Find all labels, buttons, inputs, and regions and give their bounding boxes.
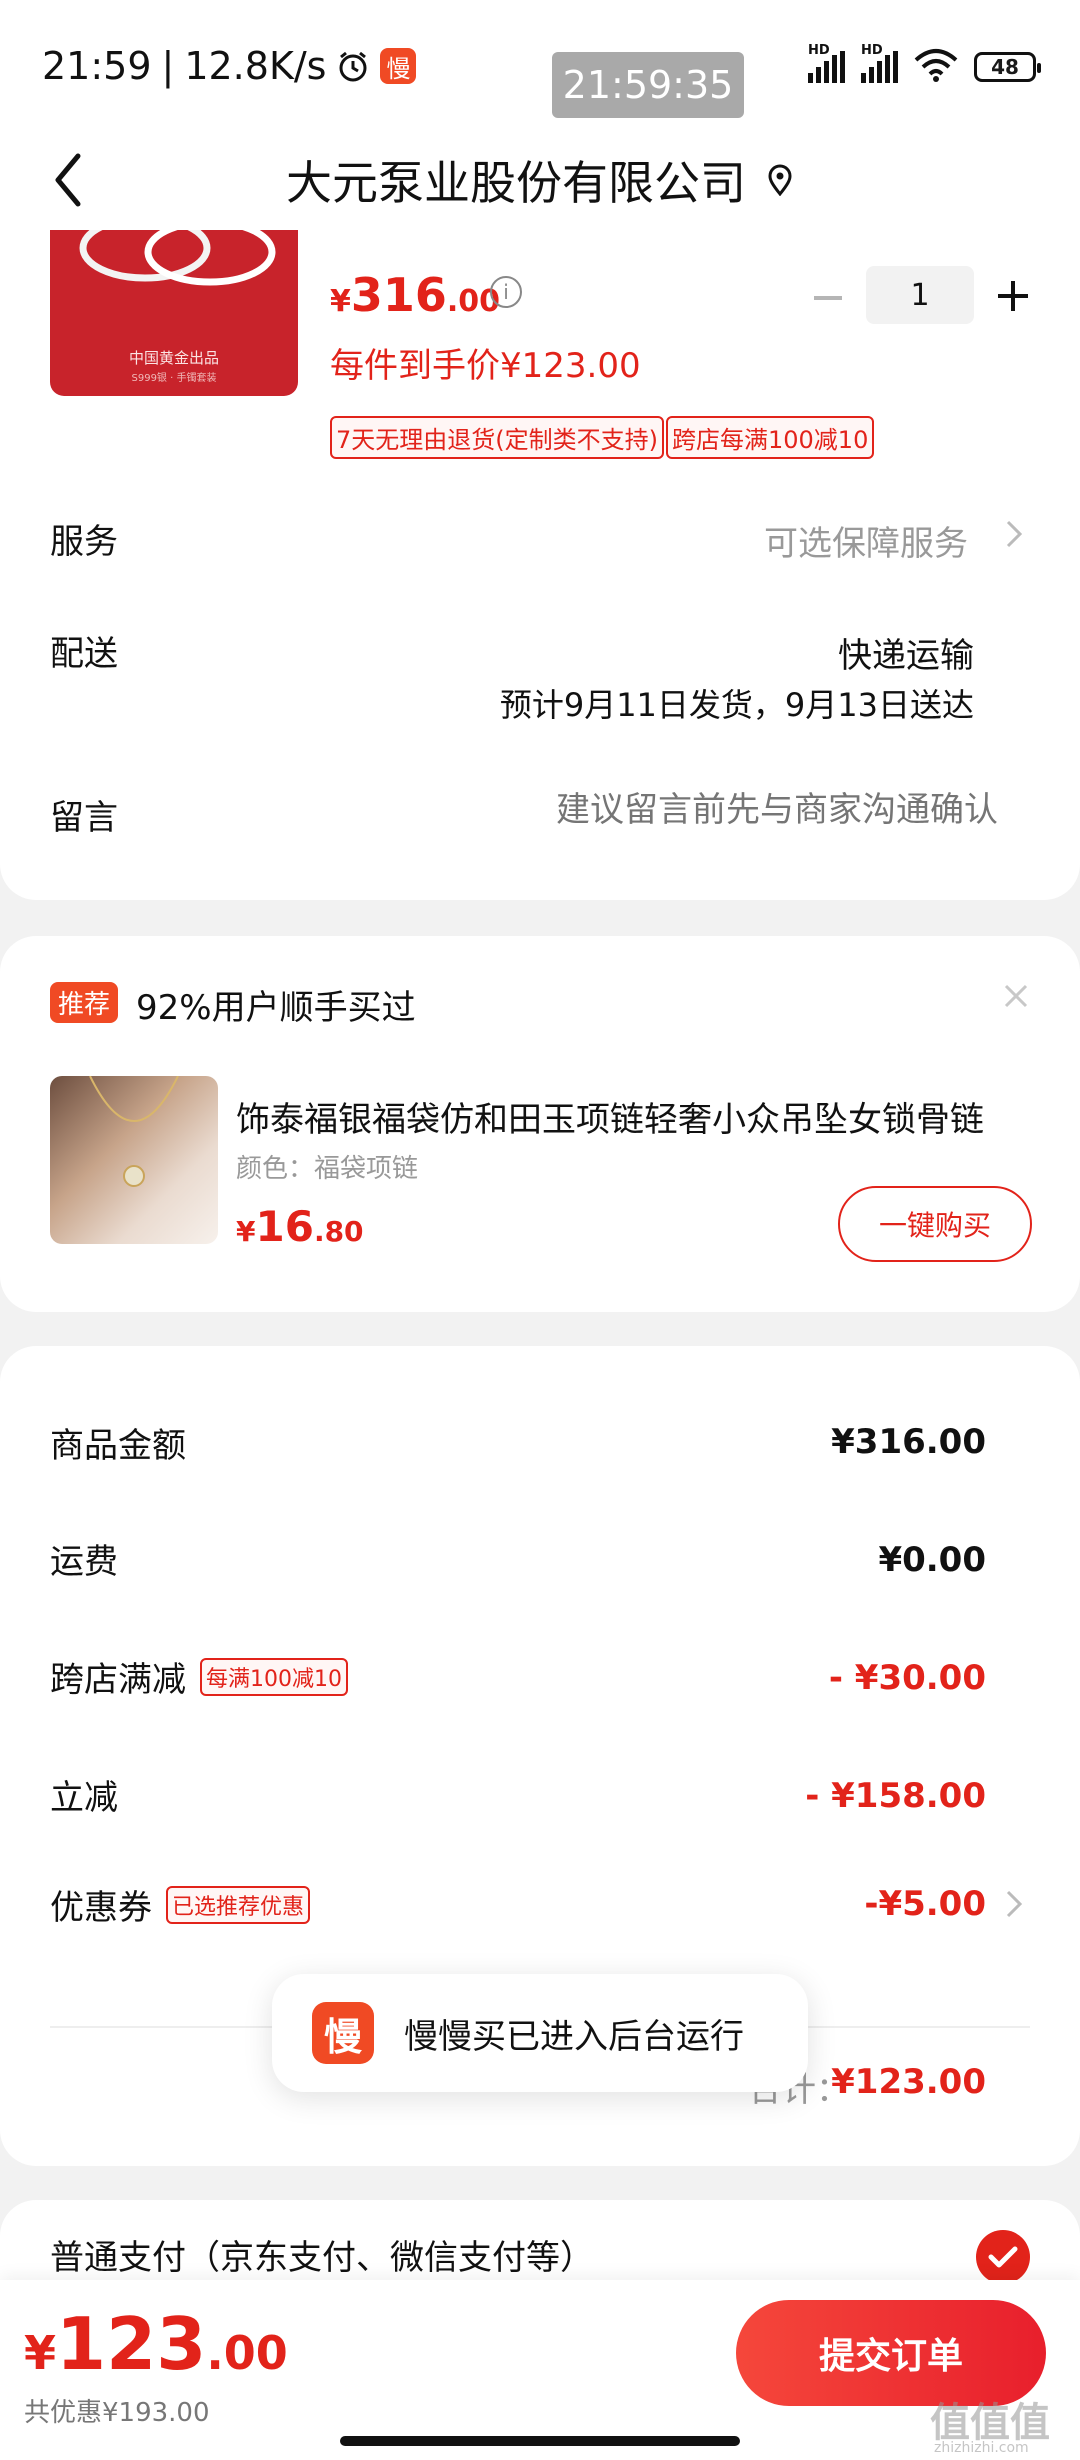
signal-2-icon: HD bbox=[861, 43, 898, 83]
chevron-right-icon[interactable] bbox=[1004, 518, 1024, 554]
message-input[interactable] bbox=[398, 790, 998, 830]
goods-amount-value: ¥316.00 bbox=[831, 1422, 986, 1462]
recommend-product-price: ¥ 16 .80 bbox=[236, 1202, 364, 1251]
coupon-value[interactable]: -¥5.00 bbox=[864, 1884, 986, 1924]
freight-label: 运费 bbox=[50, 1542, 118, 1582]
back-arrow-icon bbox=[55, 153, 81, 207]
recommend-product-name[interactable]: 饰泰福银福袋仿和田玉项链轻奢小众吊坠女锁骨链 bbox=[236, 1092, 1036, 1141]
goods-amount-label: 商品金额 bbox=[50, 1426, 186, 1466]
close-icon[interactable] bbox=[1000, 980, 1032, 1012]
clock-overlay: 21:59:35 bbox=[552, 52, 744, 118]
status-separator: | bbox=[161, 44, 175, 88]
coupon-label[interactable]: 优惠券 已选推荐优惠 bbox=[50, 1880, 311, 1929]
page-title: 大元泵业股份有限公司 bbox=[286, 156, 746, 210]
watermark-url: zhizhizhi.com bbox=[934, 2440, 1029, 2456]
bottom-total-price: ¥ 123 .00 bbox=[24, 2302, 288, 2386]
instant-discount-value: - ¥158.00 bbox=[805, 1776, 986, 1816]
service-option[interactable]: 可选保障服务 bbox=[764, 516, 968, 565]
page-header: 大元泵业股份有限公司 bbox=[0, 130, 1080, 230]
freight-value: ¥0.00 bbox=[878, 1540, 986, 1580]
app-notification-icon: 慢 bbox=[380, 48, 417, 84]
product-thumb-caption-small: S999银 · 手镯套装 bbox=[131, 373, 217, 384]
cross-store-discount-tag: 跨店每满100减10 bbox=[666, 416, 875, 459]
back-button[interactable] bbox=[52, 140, 102, 220]
battery-icon: 48 bbox=[974, 52, 1041, 82]
recommend-title: 92%用户顺手买过 bbox=[136, 988, 416, 1028]
recommend-product-image[interactable] bbox=[50, 1076, 218, 1244]
cross-store-discount-tag: 每满100减10 bbox=[200, 1657, 348, 1696]
total-saving-text: 共优惠¥193.00 bbox=[24, 2398, 210, 2428]
checkout-bar: ¥ 123 .00 共优惠¥193.00 提交订单 值值值 zhizhizhi.… bbox=[0, 2280, 1080, 2460]
price-info-icon[interactable]: i bbox=[490, 276, 522, 308]
recommend-product-spec: 颜色：福袋项链 bbox=[236, 1154, 419, 1184]
coupon-tag: 已选推荐优惠 bbox=[166, 1885, 311, 1924]
product-price: ¥ 316 .00 bbox=[330, 268, 501, 322]
payment-method-label[interactable]: 普通支付（京东支付、微信支付等） bbox=[50, 2230, 594, 2279]
signal-1-icon: HD bbox=[808, 43, 845, 83]
checkmark-icon[interactable] bbox=[976, 2230, 1030, 2284]
quantity-value[interactable]: 1 bbox=[866, 266, 974, 324]
cross-store-discount-label: 跨店满减 每满100减10 bbox=[50, 1652, 348, 1701]
one-click-buy-button[interactable]: 一键购买 bbox=[838, 1186, 1032, 1262]
status-net-speed: 12.8K/s bbox=[184, 44, 327, 88]
toast-text: 慢慢买已进入后台运行 bbox=[404, 2016, 744, 2057]
location-pin-icon[interactable] bbox=[766, 153, 794, 207]
message-label: 留言 bbox=[50, 798, 118, 838]
service-label: 服务 bbox=[50, 522, 118, 562]
status-time: 21:59 bbox=[42, 44, 152, 88]
status-right: HD HD 48 bbox=[808, 43, 1041, 86]
shipping-eta: 预计9月11日发货，9月13日送达 bbox=[499, 686, 974, 724]
status-left: 21:59 | 12.8K/s 慢 bbox=[42, 44, 417, 88]
quantity-increase-button[interactable] bbox=[994, 276, 1034, 316]
cross-store-discount-value: - ¥30.00 bbox=[828, 1658, 986, 1698]
return-policy-tag: 7天无理由退货(定制类不支持) bbox=[330, 416, 664, 459]
instant-discount-label: 立减 bbox=[50, 1778, 118, 1818]
shipping-label: 配送 bbox=[50, 634, 118, 674]
total-value: ¥123.00 bbox=[831, 2062, 986, 2102]
chevron-right-icon[interactable] bbox=[1004, 1888, 1024, 1924]
unit-price-text: 每件到手价¥123.00 bbox=[330, 346, 641, 386]
status-bar: 21:59 | 12.8K/s 慢 21:59:35 HD HD 48 bbox=[0, 0, 1080, 130]
recommend-card: 推荐 92%用户顺手买过 饰泰福银福袋仿和田玉项链轻奢小众吊坠女锁骨链 颜色：福… bbox=[0, 936, 1080, 1312]
home-indicator[interactable] bbox=[340, 2436, 740, 2446]
product-thumbnail[interactable]: 中国黄金出品 S999银 · 手镯套装 bbox=[50, 230, 298, 396]
quantity-decrease-button[interactable] bbox=[808, 278, 848, 318]
app-logo-icon: 慢 bbox=[312, 2002, 374, 2064]
page-title-wrap: 大元泵业股份有限公司 bbox=[0, 130, 1080, 230]
product-thumb-caption: 中国黄金出品 bbox=[128, 349, 219, 367]
order-item-card: 中国黄金出品 S999银 · 手镯套装 ¥ 316 .00 i 1 每件到手价¥… bbox=[0, 230, 1080, 900]
shipping-method: 快递运输 bbox=[838, 636, 974, 676]
recommend-badge: 推荐 bbox=[50, 982, 119, 1023]
alarm-icon bbox=[336, 49, 370, 83]
wifi-icon bbox=[914, 48, 958, 86]
background-run-toast: 慢 慢慢买已进入后台运行 bbox=[272, 1974, 808, 2092]
